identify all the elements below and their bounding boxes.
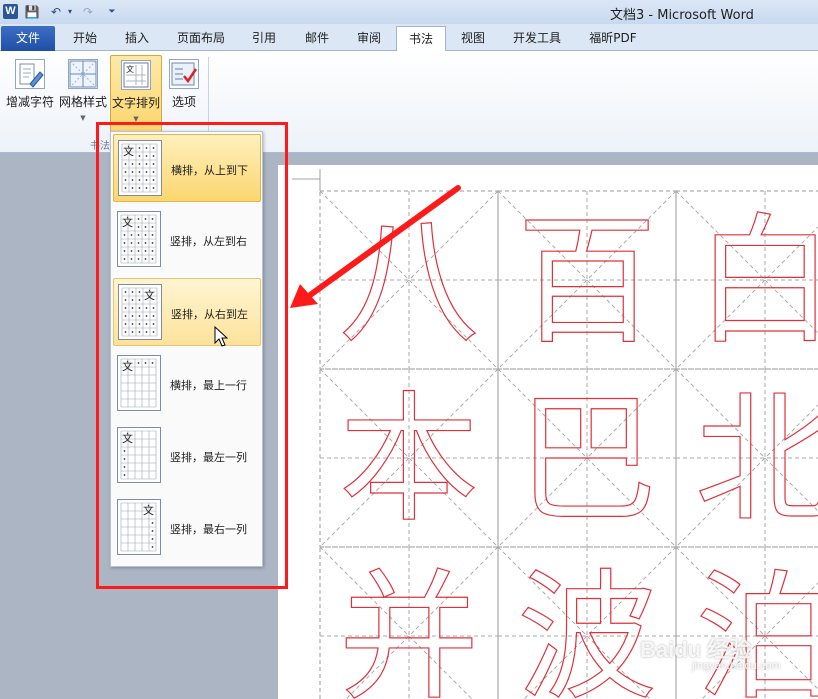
watermark-url: jingyan.baidu.com [692, 660, 781, 672]
annotation-arrow-icon [303, 185, 461, 301]
mouse-pointer-icon [214, 326, 228, 347]
annotation-arrow-layer [290, 185, 461, 308]
